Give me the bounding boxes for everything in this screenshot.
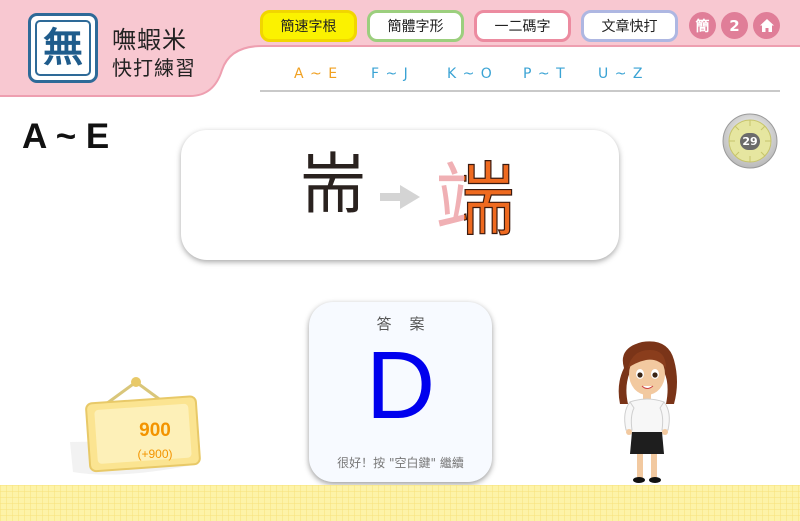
home-icon [759,19,774,32]
answer-letter: D [365,332,436,439]
answer-label: 答案 [376,315,443,333]
tab-p-t[interactable]: P ~ T [523,66,566,82]
character-avatar [618,341,677,483]
bottom-decorative-strip [0,485,800,521]
tab-a-e[interactable]: A ~ E [294,66,338,82]
article-typing-button[interactable]: 文章快打 [581,10,678,42]
count-button[interactable]: 2 [721,12,748,39]
level-title: A ~ E [22,117,110,156]
tab-k-o[interactable]: K ~ O [447,66,493,82]
one-two-code-button[interactable]: 一二碼字 [474,10,571,42]
score-bonus: (+900) [137,447,173,461]
home-button[interactable] [753,12,780,39]
simplified-toggle-button[interactable]: 簡 [689,12,716,39]
quick-radical-button[interactable]: 簡速字根 [260,10,357,42]
app-logo: 無 [28,13,98,83]
app-name: 嘸蝦米 [112,26,187,54]
app-subtitle: 快打練習 [112,56,196,80]
tab-f-j[interactable]: F ~ J [371,66,409,82]
app-logo-glyph: 無 [35,20,91,76]
tab-underline [260,90,780,92]
question-target-character: 端 端 [435,153,516,240]
timer-value: 29 [740,133,760,150]
tab-u-z[interactable]: U ~ Z [598,66,643,82]
answer-hint: 很好！按 "空白鍵" 繼續 [337,456,464,470]
question-component: 耑 [300,146,366,223]
simplified-form-button[interactable]: 簡體字形 [367,10,464,42]
score-value: 900 [139,420,171,441]
arrow-right-icon [380,185,420,209]
